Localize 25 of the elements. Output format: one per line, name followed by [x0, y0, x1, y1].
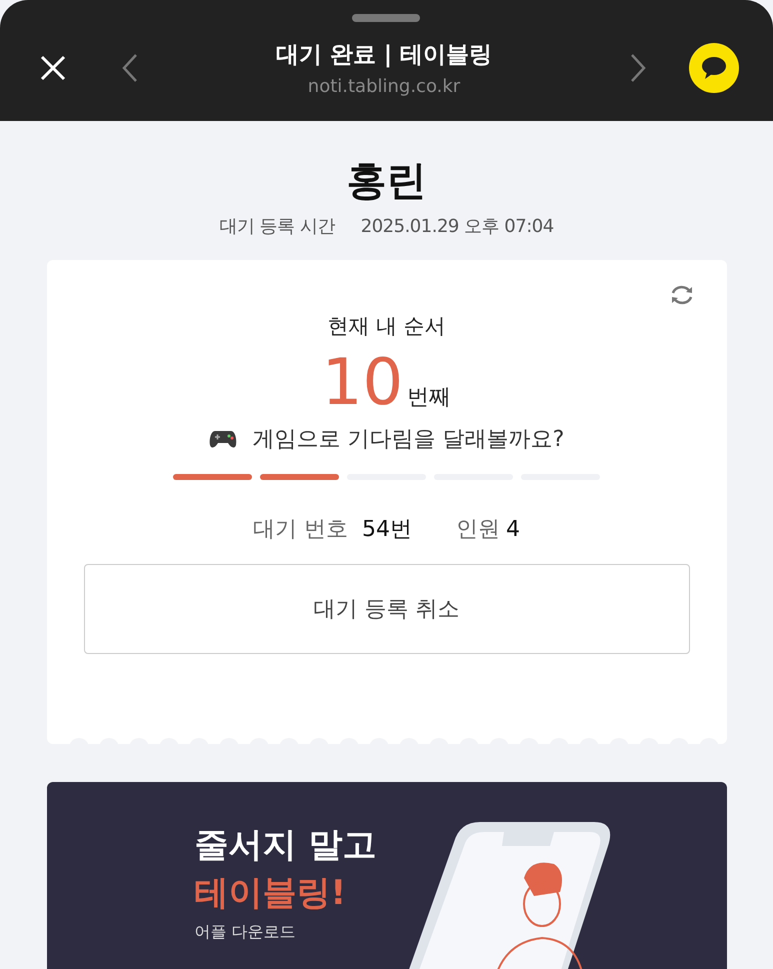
banner-headline: 줄서지 말고	[194, 824, 376, 867]
queue-heading: 현재 내 순서	[327, 313, 446, 340]
chat-bubble-icon	[701, 56, 727, 80]
registered-time: 2025.01.29 오후 07:04	[360, 215, 554, 238]
store-name: 홍린	[346, 157, 426, 206]
back-icon[interactable]	[121, 52, 139, 82]
registered-label: 대기 등록 시간	[219, 215, 335, 238]
banner-subtitle: 어플 다운로드	[194, 922, 297, 943]
gamepad-icon[interactable]	[208, 429, 237, 450]
party-size: 4	[506, 517, 520, 542]
close-icon[interactable]	[39, 54, 67, 82]
page-url: noti.tabling.co.kr	[308, 76, 460, 96]
forward-icon[interactable]	[629, 52, 647, 82]
drag-handle[interactable]	[352, 14, 420, 22]
chat-button[interactable]	[689, 42, 739, 92]
waiting-number-label: 대기 번호	[253, 516, 348, 544]
banner-brand: 테이블링!	[194, 872, 348, 915]
cancel-button[interactable]: 대기 등록 취소	[84, 564, 690, 654]
position-unit: 번째	[407, 384, 452, 412]
app-banner[interactable]: 줄서지 말고 테이블링! 어플 다운로드	[46, 782, 726, 969]
page-title: 대기 완료 | 테이블링	[276, 40, 492, 70]
queue-position: 10	[322, 348, 404, 418]
game-prompt[interactable]: 게임으로 기다림을 달래볼까요?	[252, 424, 564, 454]
waiting-number: 54번	[362, 516, 412, 544]
party-label: 인원	[456, 516, 500, 544]
